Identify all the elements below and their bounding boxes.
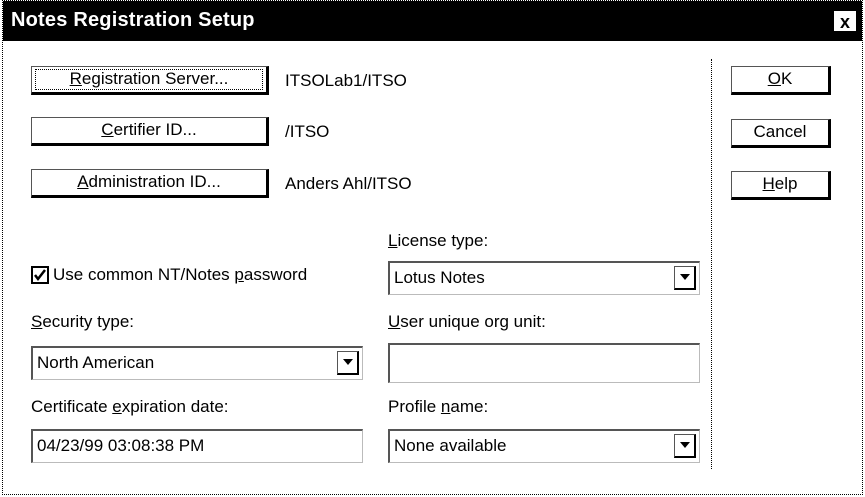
cancel-button-label: Cancel — [753, 122, 807, 141]
certifier-id-value: /ITSO — [285, 122, 330, 141]
cancel-button[interactable]: Cancel — [731, 119, 831, 148]
security-type-dropdown-button[interactable] — [337, 351, 359, 375]
close-button[interactable]: x — [834, 11, 856, 32]
registration-server-button[interactable]: Registration Server... — [31, 66, 269, 95]
help-button[interactable]: Help — [731, 171, 831, 200]
certificate-expiration-label: Certificate expiration date: — [31, 397, 229, 416]
ok-button[interactable]: OK — [731, 66, 831, 95]
security-type-label: Security type: — [31, 312, 134, 331]
down-arrow-icon — [680, 274, 690, 280]
profile-name-dropdown[interactable]: None available — [388, 429, 700, 463]
registration-server-button-label: Registration Server... — [69, 69, 229, 88]
help-button-label: Help — [762, 174, 798, 193]
administration-id-button[interactable]: Administration ID... — [31, 169, 269, 198]
close-icon: x — [839, 12, 850, 32]
administration-id-value: Anders Ahl/ITSO — [285, 174, 412, 193]
use-common-password-label[interactable]: Use common NT/Notes password — [53, 265, 307, 285]
administration-id-button-label: Administration ID... — [77, 172, 221, 191]
license-type-label: License type: — [388, 231, 489, 250]
license-type-dropdown-button[interactable] — [674, 266, 696, 290]
down-arrow-icon — [680, 442, 690, 448]
user-unique-org-unit-input[interactable] — [388, 343, 700, 383]
ok-button-label: OK — [767, 69, 793, 88]
profile-name-value: None available — [394, 436, 507, 455]
down-arrow-icon — [343, 359, 353, 365]
notes-registration-setup-dialog: Notes Registration Setup x Registration … — [2, 0, 863, 495]
window-title: Notes Registration Setup — [11, 9, 255, 31]
certifier-id-button-label: Certifier ID... — [101, 120, 197, 139]
profile-name-label: Profile name: — [388, 397, 489, 416]
profile-name-dropdown-button[interactable] — [674, 434, 696, 458]
security-type-value: North American — [37, 353, 155, 372]
vertical-separator — [711, 59, 712, 469]
license-type-value: Lotus Notes — [394, 268, 485, 287]
title-bar: Notes Registration Setup x — [3, 1, 862, 41]
certifier-id-button[interactable]: Certifier ID... — [31, 117, 269, 146]
user-unique-org-unit-label: User unique org unit: — [388, 312, 546, 331]
registration-server-value: ITSOLab1/ITSO — [285, 71, 407, 90]
license-type-dropdown[interactable]: Lotus Notes — [388, 261, 700, 295]
certificate-expiration-input[interactable]: 04/23/99 03:08:38 PM — [31, 429, 363, 463]
certificate-expiration-value: 04/23/99 03:08:38 PM — [37, 436, 205, 455]
security-type-dropdown[interactable]: North American — [31, 346, 363, 380]
checkmark-icon — [34, 269, 46, 282]
use-common-password-checkbox[interactable] — [31, 266, 49, 284]
